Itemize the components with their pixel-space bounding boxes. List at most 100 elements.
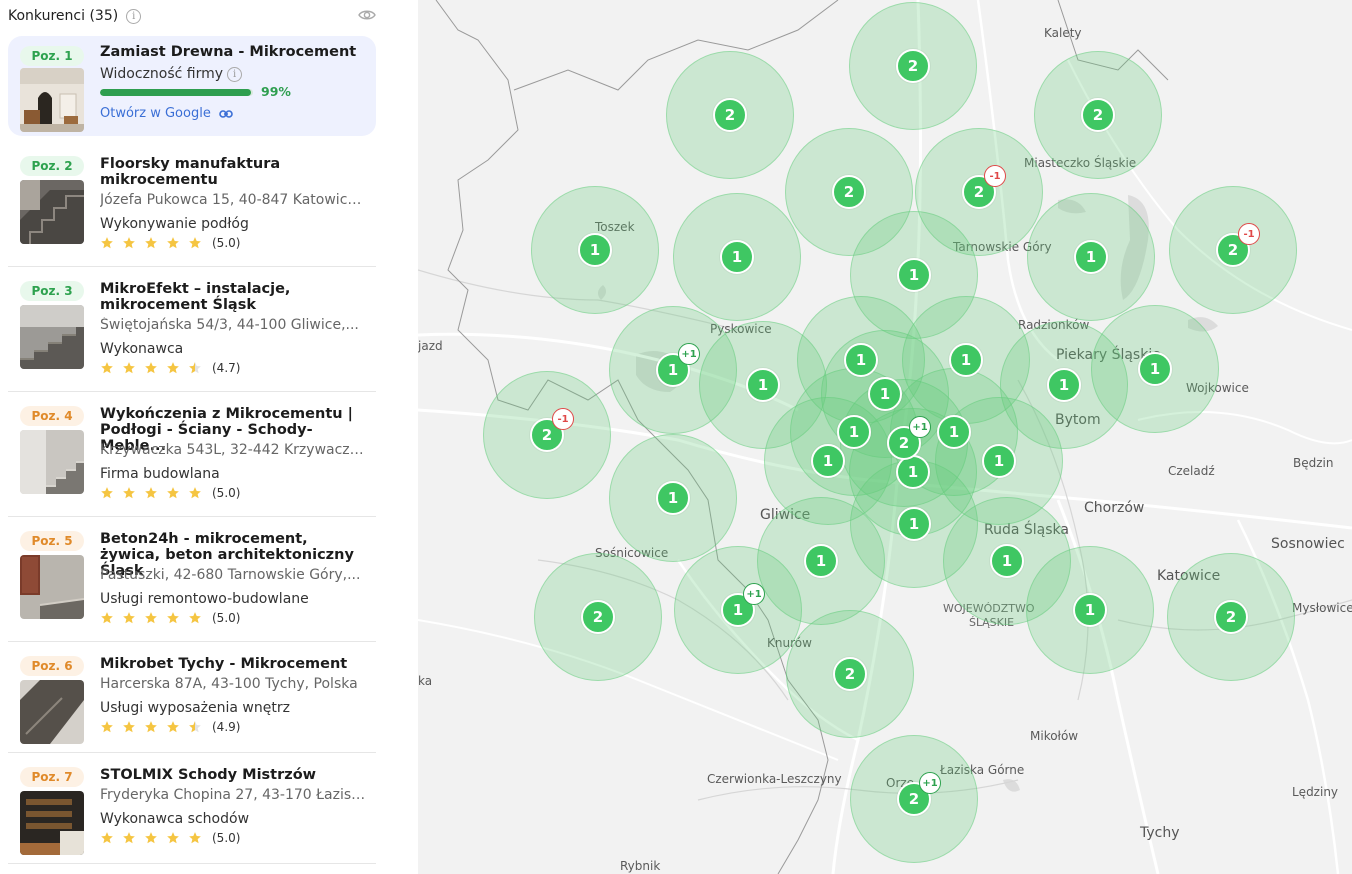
business-name[interactable]: Mikrobet Tychy - Mikrocement	[100, 656, 368, 672]
map-view[interactable]: Kalety Miasteczko Śląskie Toszek Tarnows…	[418, 0, 1352, 874]
rating: (4.7)	[100, 361, 240, 375]
rank-pin[interactable]: 1	[990, 544, 1024, 578]
rank-pin[interactable]: 1	[896, 455, 930, 489]
competitor-card-6[interactable]: Poz. 6 Mikrobet Tychy - Mikrocement Harc…	[8, 642, 376, 753]
half-star-icon	[189, 721, 201, 733]
place-label: Czeladź	[1168, 464, 1215, 478]
rank-pin[interactable]: 1	[897, 258, 931, 292]
rank-pin[interactable]: 1	[1047, 368, 1081, 402]
star-rating	[100, 236, 210, 250]
rank-pin[interactable]: 1	[1138, 352, 1172, 386]
sidebar-header: Konkurenci (35) i	[8, 6, 378, 26]
rank-change-badge: -1	[1238, 223, 1260, 245]
visibility-label: Widoczność firmy i	[100, 66, 243, 82]
business-category: Usługi wyposażenia wnętrz	[100, 700, 290, 716]
position-badge: Poz. 2	[20, 156, 84, 176]
business-address: Krzywaczka 543L, 32-442 Krzywaczk...	[100, 442, 368, 458]
rank-pin[interactable]: 1	[720, 240, 754, 274]
business-address: Fryderyka Chopina 27, 43-170 Łazisk...	[100, 787, 368, 803]
place-label: ka	[418, 674, 433, 688]
competitor-card-3[interactable]: Poz. 3 MikroEfekt – instalacje, mikrocem…	[8, 267, 376, 392]
rank-pin[interactable]: 2	[1081, 98, 1115, 132]
star-icon	[123, 237, 135, 249]
star-icon	[189, 612, 201, 624]
link-icon[interactable]	[219, 109, 233, 119]
rank-pin[interactable]: 2	[896, 49, 930, 83]
place-label: jazd	[418, 339, 443, 353]
rank-pin[interactable]: 1	[837, 415, 871, 449]
business-category: Wykonawca schodów	[100, 811, 250, 827]
rank-pin[interactable]: 1	[897, 507, 931, 541]
position-badge: Poz. 6	[20, 656, 84, 676]
place-label: Rybnik	[620, 859, 661, 873]
rank-pin[interactable]: 1	[937, 415, 971, 449]
rating: (5.0)	[100, 236, 240, 250]
business-category: Wykonywanie podłóg	[100, 216, 249, 232]
business-thumbnail	[20, 68, 84, 132]
competitors-title: Konkurenci (35)	[8, 8, 119, 24]
star-icon	[189, 237, 201, 249]
rating-value: (5.0)	[212, 611, 241, 625]
place-label: Chorzów	[1084, 500, 1145, 516]
rank-pin[interactable]: 1	[811, 444, 845, 478]
star-icon	[123, 487, 135, 499]
star-icon	[123, 721, 135, 733]
star-icon	[189, 487, 201, 499]
rank-change-badge: -1	[552, 408, 574, 430]
star-icon	[167, 832, 179, 844]
rank-pin[interactable]: 2	[833, 657, 867, 691]
business-thumbnail	[20, 555, 84, 619]
rank-change-badge: +1	[743, 583, 765, 605]
business-address: Harcerska 87A, 43-100 Tychy, Polska	[100, 676, 358, 692]
rank-pin[interactable]: 2	[713, 98, 747, 132]
rank-pin[interactable]: 1	[868, 377, 902, 411]
rank-pin[interactable]: 1	[1073, 593, 1107, 627]
place-label: Lędziny	[1292, 785, 1339, 799]
business-thumbnail	[20, 305, 84, 369]
star-icon	[145, 612, 157, 624]
position-badge: Poz. 5	[20, 531, 84, 551]
eye-icon[interactable]	[358, 8, 376, 22]
star-icon	[167, 362, 179, 374]
visibility-progress-fill	[100, 89, 252, 96]
competitor-card-7[interactable]: Poz. 7 STOLMIX Schody Mistrzów Fryderyka…	[8, 753, 376, 864]
business-category: Firma budowlana	[100, 466, 220, 482]
info-icon[interactable]: i	[227, 66, 243, 82]
rank-pin[interactable]: 2	[832, 175, 866, 209]
rating: (4.9)	[100, 720, 240, 734]
place-label: Kalety	[1044, 26, 1082, 40]
star-icon	[123, 362, 135, 374]
star-icon	[101, 612, 113, 624]
business-name[interactable]: Floorsky manufaktura mikrocementu	[100, 156, 368, 188]
rank-pin[interactable]: 1	[982, 444, 1016, 478]
business-name[interactable]: MikroEfekt – instalacje, mikrocement Ślą…	[100, 281, 368, 313]
competitor-card-4[interactable]: Poz. 4 Wykończenia z Mikrocementu | Podł…	[8, 392, 376, 517]
place-label: Czerwionka-Leszczyny	[707, 772, 842, 786]
competitor-card-5[interactable]: Poz. 5 Beton24h - mikrocement, żywica, b…	[8, 517, 376, 642]
rank-pin[interactable]: 2	[581, 600, 615, 634]
rank-pin[interactable]: 1	[746, 368, 780, 402]
rating: (5.0)	[100, 831, 240, 845]
business-category: Wykonawca	[100, 341, 184, 357]
rank-pin[interactable]: 2	[1214, 600, 1248, 634]
business-name[interactable]: STOLMIX Schody Mistrzów	[100, 767, 368, 783]
boundary-line	[513, 0, 839, 91]
business-name[interactable]: Zamiast Drewna - Mikrocement	[100, 44, 368, 60]
rank-pin[interactable]: 1	[578, 233, 612, 267]
rank-pin[interactable]: 1	[1074, 240, 1108, 274]
open-in-google-link[interactable]: Otwórz w Google	[100, 106, 233, 121]
business-thumbnail	[20, 791, 84, 855]
rank-pin[interactable]: 1	[656, 481, 690, 515]
rank-pin[interactable]: 1	[949, 343, 983, 377]
info-icon[interactable]: i	[126, 8, 142, 24]
rank-pin[interactable]: 1	[804, 544, 838, 578]
star-icon	[167, 487, 179, 499]
competitor-card-2[interactable]: Poz. 2 Floorsky manufaktura mikrocementu…	[8, 142, 376, 267]
competitor-card-1[interactable]: Poz. 1 Zamiast Drewna - Mikrocement Wido…	[8, 36, 376, 136]
rank-pin[interactable]: 1	[844, 343, 878, 377]
business-address: Świętojańska 54/3, 44-100 Gliwice,...	[100, 317, 359, 333]
open-in-google-label[interactable]: Otwórz w Google	[100, 106, 211, 121]
rank-change-badge: +1	[678, 343, 700, 365]
star-icon	[101, 832, 113, 844]
rating-value: (4.9)	[212, 720, 241, 734]
